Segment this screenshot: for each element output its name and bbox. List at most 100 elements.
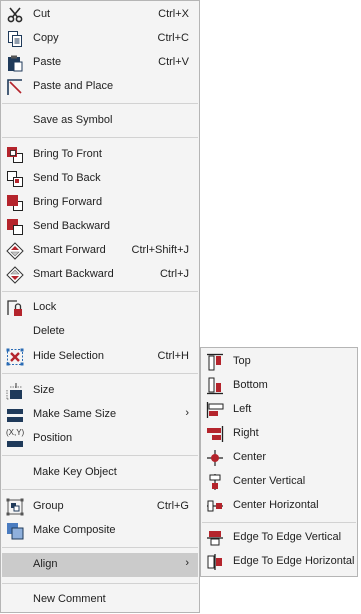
menu-item-label: Lock bbox=[33, 301, 57, 313]
clipboard-icon bbox=[6, 54, 24, 72]
align-submenu: Top Bottom Left Right Center Center Vert… bbox=[200, 347, 358, 577]
separator bbox=[2, 103, 198, 104]
hide-selection-icon bbox=[6, 348, 24, 366]
menu-item-lock[interactable]: Lock bbox=[2, 296, 198, 320]
scissors-icon bbox=[6, 6, 24, 24]
menu-item-paste-and-place[interactable]: Paste and Place bbox=[2, 75, 198, 99]
menu-item-save-as-symbol[interactable]: Save as Symbol bbox=[2, 109, 198, 133]
menu-item-label: Save as Symbol bbox=[33, 114, 113, 126]
menu-item-label: Smart Backward bbox=[33, 268, 114, 280]
menu-item-label: Make Same Size bbox=[33, 408, 117, 420]
center-horizontal-icon bbox=[206, 497, 224, 515]
submenu-item-label: Center bbox=[233, 451, 267, 463]
submenu-arrow-icon: › bbox=[185, 557, 189, 569]
menu-item-paste[interactable]: Paste Ctrl+V bbox=[2, 51, 198, 75]
bring-to-front-icon bbox=[6, 146, 24, 164]
submenu-item-top[interactable]: Top bbox=[202, 350, 356, 374]
menu-item-group[interactable]: Group Ctrl+G bbox=[2, 495, 198, 519]
submenu-item-label: Edge To Edge Horizontal bbox=[233, 555, 355, 567]
copy-icon bbox=[6, 30, 24, 48]
menu-item-label: Delete bbox=[33, 325, 65, 337]
smart-forward-icon bbox=[6, 242, 24, 260]
menu-item-send-backward[interactable]: Send Backward bbox=[2, 215, 198, 239]
align-top-icon bbox=[206, 353, 224, 371]
send-backward-icon bbox=[6, 218, 24, 236]
paste-place-icon bbox=[6, 78, 24, 96]
menu-item-hide-selection[interactable]: Hide Selection Ctrl+H bbox=[2, 345, 198, 369]
menu-item-size[interactable]: Size bbox=[2, 379, 198, 403]
menu-item-label: Align bbox=[33, 558, 58, 570]
group-icon bbox=[6, 498, 24, 516]
center-vertical-icon bbox=[206, 473, 224, 491]
menu-item-send-to-back[interactable]: Send To Back bbox=[2, 167, 198, 191]
menu-item-label: Group bbox=[33, 500, 64, 512]
shortcut-text: Ctrl+J bbox=[159, 268, 189, 280]
shortcut-text: Ctrl+X bbox=[158, 8, 189, 20]
menu-item-make-same-size[interactable]: Make Same Size › bbox=[2, 403, 198, 427]
menu-item-copy[interactable]: Copy Ctrl+C bbox=[2, 27, 198, 51]
menu-item-label: Cut bbox=[33, 8, 51, 20]
edge-to-edge-horizontal-icon bbox=[206, 553, 224, 571]
shortcut-text: Ctrl+C bbox=[157, 32, 189, 44]
shortcut-text: Ctrl+Shift+J bbox=[131, 244, 189, 256]
edge-to-edge-vertical-icon bbox=[206, 529, 224, 547]
submenu-item-center-vertical[interactable]: Center Vertical bbox=[202, 470, 356, 494]
menu-item-label: Smart Forward bbox=[33, 244, 106, 256]
separator bbox=[2, 547, 198, 548]
separator bbox=[2, 137, 198, 138]
separator bbox=[2, 583, 198, 584]
lock-icon bbox=[6, 299, 24, 317]
shortcut-text: Ctrl+G bbox=[156, 500, 189, 512]
menu-item-label: Paste and Place bbox=[33, 80, 114, 92]
submenu-item-left[interactable]: Left bbox=[202, 398, 356, 422]
menu-item-new-comment[interactable]: New Comment bbox=[2, 588, 198, 612]
submenu-item-center-horizontal[interactable]: Center Horizontal bbox=[202, 494, 356, 518]
menu-item-label: Make Key Object bbox=[33, 466, 117, 478]
menu-item-position[interactable]: (X,Y) Position bbox=[2, 427, 198, 451]
align-right-icon bbox=[206, 425, 224, 443]
menu-item-make-key-object[interactable]: Make Key Object bbox=[2, 461, 198, 485]
send-to-back-icon bbox=[6, 170, 24, 188]
menu-item-make-composite[interactable]: Make Composite bbox=[2, 519, 198, 543]
menu-item-align[interactable]: Align › bbox=[2, 553, 198, 577]
context-menu: Cut Ctrl+X Copy Ctrl+C Paste Ctrl+V Past… bbox=[0, 0, 200, 613]
bring-forward-icon bbox=[6, 194, 24, 212]
separator bbox=[202, 522, 356, 523]
menu-item-label: Make Composite bbox=[33, 524, 116, 536]
menu-item-label: Paste bbox=[33, 56, 62, 68]
align-left-icon bbox=[206, 401, 224, 419]
menu-item-cut[interactable]: Cut Ctrl+X bbox=[2, 3, 198, 27]
menu-item-label: Size bbox=[33, 384, 55, 396]
separator bbox=[2, 489, 198, 490]
submenu-item-center[interactable]: Center bbox=[202, 446, 356, 470]
submenu-item-label: Edge To Edge Vertical bbox=[233, 531, 342, 543]
submenu-item-edge-to-edge-horizontal[interactable]: Edge To Edge Horizontal bbox=[202, 550, 356, 574]
submenu-item-right[interactable]: Right bbox=[202, 422, 356, 446]
size-icon bbox=[6, 382, 24, 400]
shortcut-text: Ctrl+V bbox=[158, 56, 189, 68]
menu-item-label: Bring Forward bbox=[33, 196, 103, 208]
menu-item-label: Position bbox=[33, 432, 73, 444]
menu-item-smart-forward[interactable]: Smart Forward Ctrl+Shift+J bbox=[2, 239, 198, 263]
submenu-item-label: Left bbox=[233, 403, 252, 415]
submenu-item-label: Bottom bbox=[233, 379, 268, 391]
separator bbox=[2, 455, 198, 456]
menu-item-label: Send To Back bbox=[33, 172, 101, 184]
same-size-icon bbox=[6, 406, 24, 424]
menu-item-smart-backward[interactable]: Smart Backward Ctrl+J bbox=[2, 263, 198, 287]
separator bbox=[2, 291, 198, 292]
submenu-item-label: Right bbox=[233, 427, 259, 439]
menu-item-label: Copy bbox=[33, 32, 59, 44]
submenu-item-edge-to-edge-vertical[interactable]: Edge To Edge Vertical bbox=[202, 526, 356, 550]
submenu-item-bottom[interactable]: Bottom bbox=[202, 374, 356, 398]
menu-item-delete[interactable]: Delete bbox=[2, 320, 198, 344]
submenu-item-label: Center Vertical bbox=[233, 475, 306, 487]
align-center-icon bbox=[206, 449, 224, 467]
position-icon: (X,Y) bbox=[6, 428, 24, 448]
smart-backward-icon bbox=[6, 266, 24, 284]
menu-item-label: Bring To Front bbox=[33, 148, 102, 160]
submenu-item-label: Top bbox=[233, 355, 251, 367]
submenu-item-label: Center Horizontal bbox=[233, 499, 319, 511]
menu-item-bring-to-front[interactable]: Bring To Front bbox=[2, 143, 198, 167]
menu-item-bring-forward[interactable]: Bring Forward bbox=[2, 191, 198, 215]
